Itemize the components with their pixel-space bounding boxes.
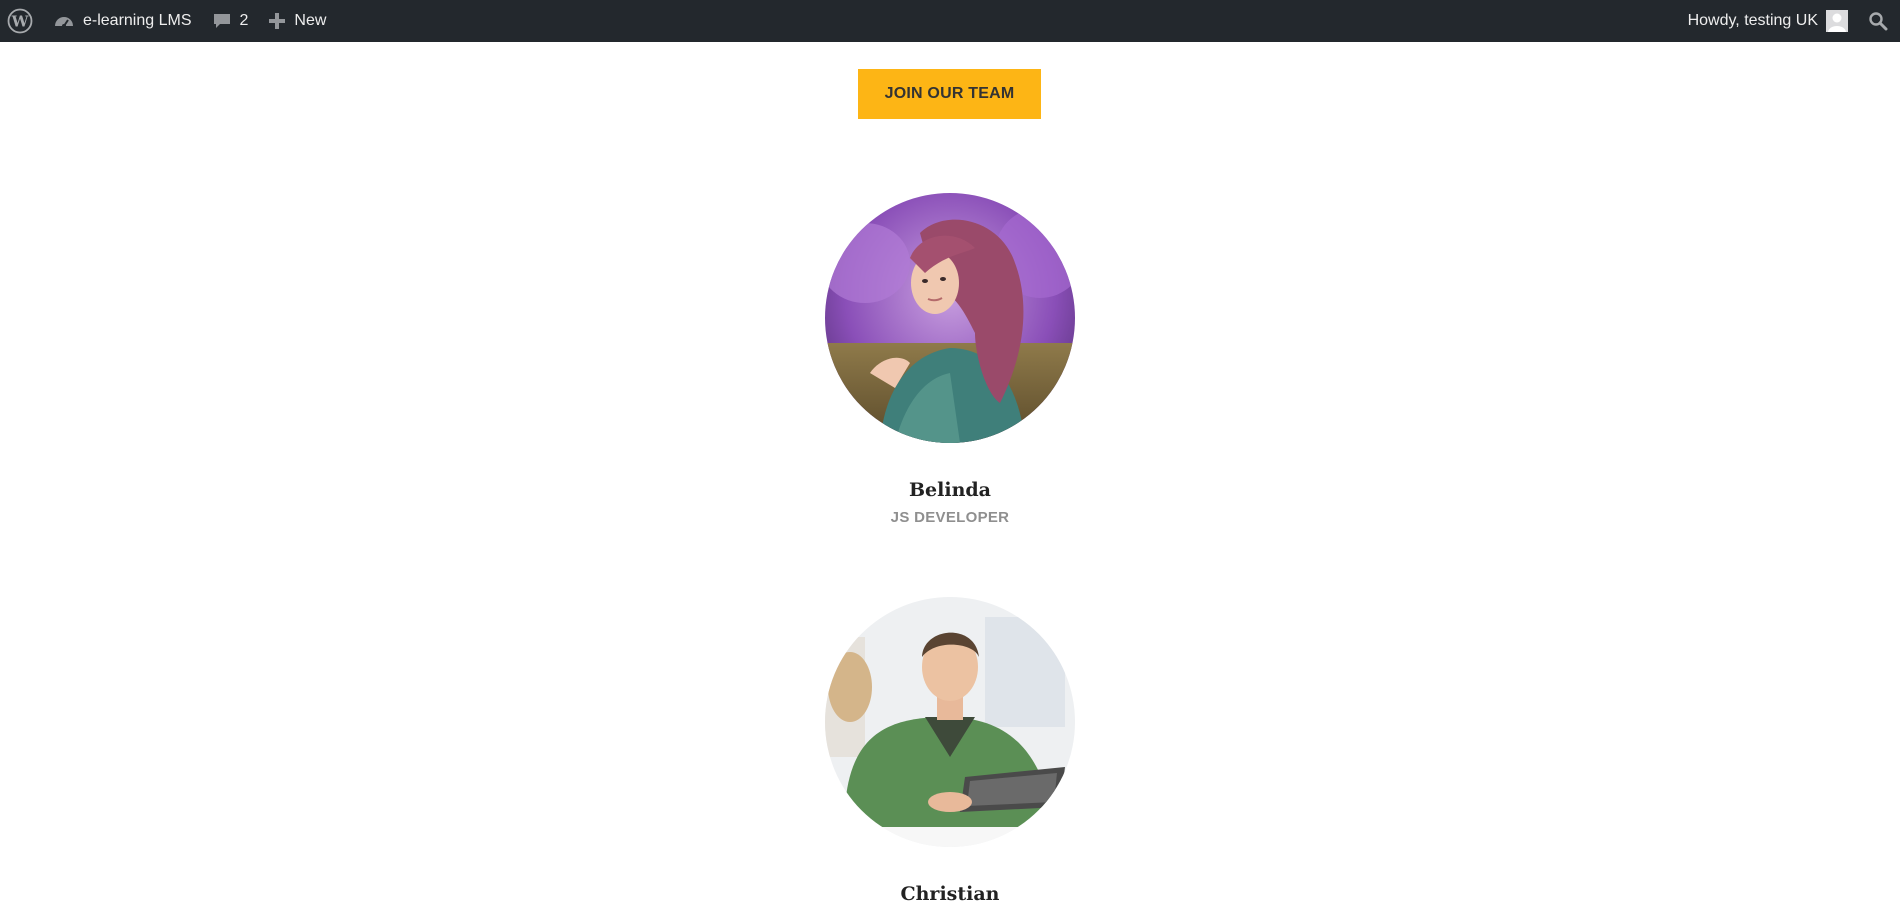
admin-search-button[interactable] bbox=[1858, 0, 1900, 42]
wordpress-logo-icon: W bbox=[7, 8, 33, 34]
user-avatar-icon bbox=[1826, 10, 1848, 32]
new-content-link[interactable]: New bbox=[258, 0, 336, 42]
plus-icon bbox=[268, 12, 286, 30]
my-account-link[interactable]: Howdy, testing UK bbox=[1678, 0, 1858, 42]
svg-text:W: W bbox=[11, 13, 30, 31]
admin-bar: W e-learning LMS 2 New Howdy, testing UK bbox=[0, 0, 1900, 42]
team-member-name: Christian bbox=[900, 883, 1000, 905]
howdy-text: Howdy, testing UK bbox=[1687, 12, 1818, 29]
wordpress-logo-button[interactable]: W bbox=[0, 0, 43, 42]
site-name-link[interactable]: e-learning LMS bbox=[43, 0, 202, 42]
woman-with-pink-hair-photo bbox=[825, 193, 1075, 443]
team-member-photo[interactable] bbox=[825, 597, 1075, 847]
join-our-team-button[interactable]: JOIN OUR TEAM bbox=[858, 69, 1041, 119]
team-member-card: Christian bbox=[0, 597, 1900, 913]
comment-bubble-icon bbox=[212, 11, 232, 31]
search-icon bbox=[1868, 11, 1888, 31]
team-member-photo[interactable] bbox=[825, 193, 1075, 443]
team-member-card: Belinda JS DEVELOPER bbox=[0, 193, 1900, 526]
admin-bar-right: Howdy, testing UK bbox=[1678, 0, 1900, 42]
team-member-role: JS DEVELOPER bbox=[890, 509, 1010, 526]
man-with-tablet-photo bbox=[825, 597, 1075, 847]
comments-link[interactable]: 2 bbox=[202, 0, 259, 42]
admin-bar-left: W e-learning LMS 2 New bbox=[0, 0, 336, 42]
dashboard-icon bbox=[53, 11, 75, 31]
new-label: New bbox=[294, 12, 327, 29]
page-content: JOIN OUR TEAM Belinda JS DEVELOPER Chris… bbox=[0, 42, 1900, 905]
comments-count: 2 bbox=[239, 12, 249, 29]
site-name-label: e-learning LMS bbox=[83, 12, 192, 29]
team-member-name: Belinda bbox=[909, 479, 991, 501]
